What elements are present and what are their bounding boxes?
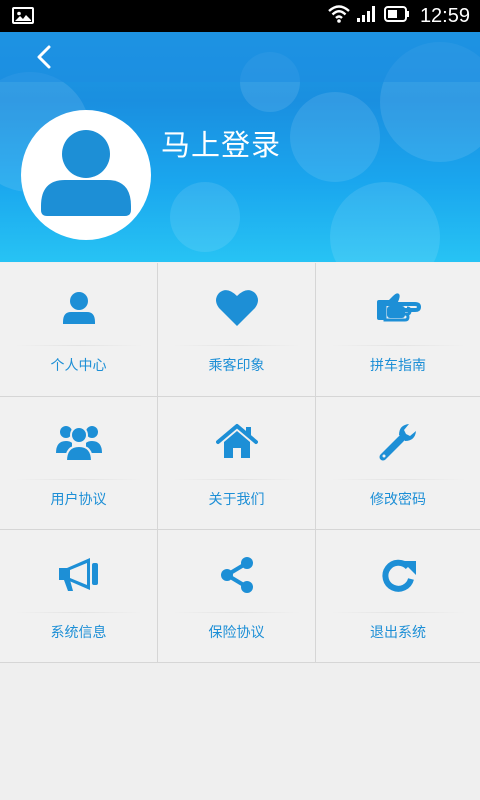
menu-item-label: 修改密码: [370, 492, 426, 508]
profile-header: 马上登录: [0, 32, 480, 262]
megaphone-icon: [54, 552, 104, 598]
nav-bar: [0, 32, 480, 82]
heart-icon: [212, 285, 262, 331]
menu-grid: 个人中心 乘客印象 拼车指南 用户协议 关于我们 修改密码 系统信息 保险协议 …: [0, 263, 480, 663]
menu-item-label: 个人中心: [50, 358, 107, 374]
back-button[interactable]: [24, 40, 64, 74]
group-icon: [54, 419, 104, 465]
menu-item-change-password[interactable]: 修改密码: [316, 397, 480, 530]
login-link[interactable]: 马上登录: [161, 122, 281, 164]
menu-item-logout[interactable]: 退出系统: [316, 530, 480, 663]
menu-item-system-info[interactable]: 系统信息: [0, 530, 158, 663]
menu-item-label: 退出系统: [370, 625, 426, 641]
menu-item-label: 用户协议: [50, 492, 107, 508]
image-icon: [12, 7, 34, 24]
status-bar: 12:59: [0, 0, 480, 32]
pointing-hand-icon: [373, 285, 423, 331]
wifi-icon: [328, 5, 350, 27]
menu-item-passenger-impression[interactable]: 乘客印象: [158, 263, 316, 397]
status-time: 12:59: [419, 4, 470, 27]
menu-item-about-us[interactable]: 关于我们: [158, 397, 316, 530]
menu-item-label: 系统信息: [50, 625, 107, 641]
menu-item-user-agreement[interactable]: 用户协议: [0, 397, 158, 530]
avatar[interactable]: [21, 110, 151, 240]
menu-item-label: 保险协议: [208, 625, 265, 641]
menu-item-carpool-guide[interactable]: 拼车指南: [316, 263, 480, 397]
wrench-icon: [373, 419, 423, 465]
share-icon: [212, 552, 262, 598]
menu-item-personal-center[interactable]: 个人中心: [0, 263, 158, 397]
menu-item-label: 拼车指南: [370, 358, 426, 374]
menu-item-label: 乘客印象: [208, 358, 265, 374]
menu-item-label: 关于我们: [208, 492, 265, 508]
battery-icon: [383, 6, 410, 26]
signal-icon: [356, 5, 378, 27]
chevron-left-icon: [37, 45, 51, 69]
user-avatar-icon: [41, 130, 131, 216]
refresh-icon: [373, 552, 423, 598]
menu-item-insurance-agreement[interactable]: 保险协议: [158, 530, 316, 663]
user-icon: [54, 285, 104, 331]
home-icon: [212, 419, 262, 465]
